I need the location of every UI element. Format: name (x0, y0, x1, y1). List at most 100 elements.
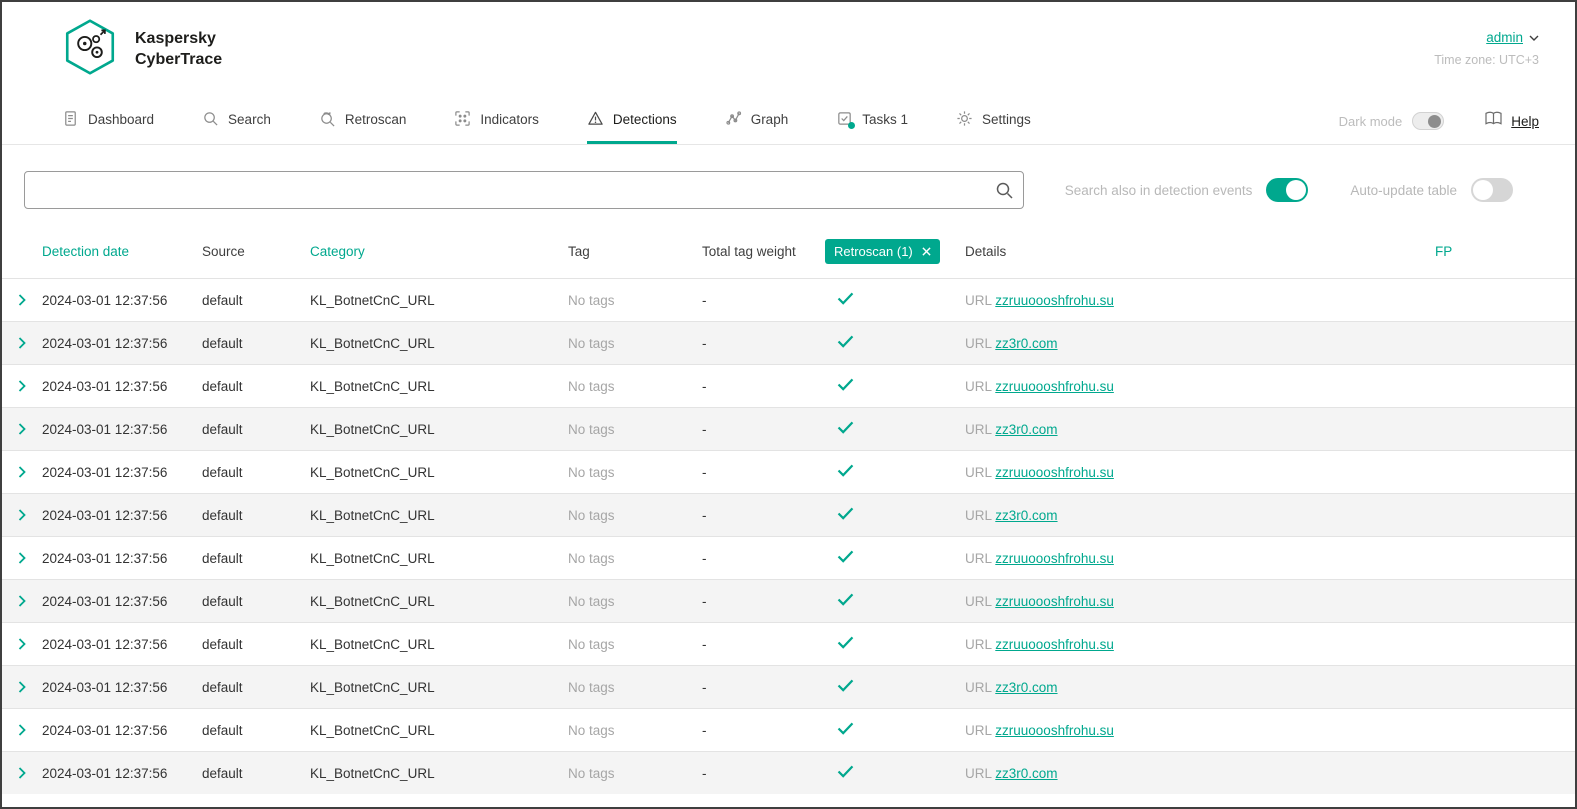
table-row: 2024-03-01 12:37:56 default KL_BotnetCnC… (2, 321, 1575, 364)
top-bar: Kaspersky CyberTrace admin Time zone: UT… (2, 2, 1575, 98)
main-nav: Dashboard Search Retroscan (2, 98, 1575, 145)
expand-row-icon[interactable] (18, 380, 26, 392)
details-url-link[interactable]: zz3r0.com (995, 766, 1057, 781)
expand-row-icon[interactable] (18, 724, 26, 736)
expand-row-icon[interactable] (18, 595, 26, 607)
timezone-label: Time zone: UTC+3 (1434, 53, 1539, 67)
chevron-down-icon[interactable] (1529, 28, 1539, 46)
tag-weight-cell: - (702, 766, 825, 781)
book-icon (1484, 111, 1503, 131)
nav-item-indicators[interactable]: Indicators (454, 98, 539, 144)
expand-row-icon[interactable] (18, 681, 26, 693)
header-tag: Tag (568, 244, 702, 259)
brand: Kaspersky CyberTrace (62, 18, 222, 81)
category-cell: KL_BotnetCnC_URL (310, 551, 568, 566)
table-row: 2024-03-01 12:37:56 default KL_BotnetCnC… (2, 665, 1575, 708)
tag-cell: No tags (568, 594, 702, 609)
search-toolbar: Search also in detection events Auto-upd… (2, 145, 1575, 229)
nav-label: Detections (613, 112, 677, 127)
tag-weight-cell: - (702, 680, 825, 695)
detection-date-cell: 2024-03-01 12:37:56 (42, 379, 202, 394)
nav-item-graph[interactable]: Graph (725, 98, 789, 144)
tag-weight-cell: - (702, 723, 825, 738)
table-row: 2024-03-01 12:37:56 default KL_BotnetCnC… (2, 708, 1575, 751)
search-icon (202, 110, 219, 130)
nav-item-dashboard[interactable]: Dashboard (62, 98, 154, 144)
user-menu-link[interactable]: admin (1486, 30, 1523, 45)
header-source: Source (202, 244, 310, 259)
nav-label: Search (228, 112, 271, 127)
details-url-link[interactable]: zz3r0.com (995, 508, 1057, 523)
details-url-link[interactable]: zz3r0.com (995, 680, 1057, 695)
retroscan-icon (319, 110, 336, 130)
table-header: Detection date Source Category Tag Total… (2, 229, 1575, 278)
details-url-link[interactable]: zz3r0.com (995, 422, 1057, 437)
details-cell: URL zzruuoooshfrohu.su (965, 293, 1435, 308)
retroscan-check-icon (837, 507, 854, 523)
gear-icon (956, 110, 973, 130)
nav-item-settings[interactable]: Settings (956, 98, 1031, 144)
details-url-link[interactable]: zzruuoooshfrohu.su (995, 594, 1114, 609)
expand-row-icon[interactable] (18, 509, 26, 521)
tasks-notification-dot (848, 122, 855, 129)
tag-cell: No tags (568, 766, 702, 781)
expand-row-icon[interactable] (18, 294, 26, 306)
search-events-label: Search also in detection events (1065, 183, 1253, 198)
detection-date-cell: 2024-03-01 12:37:56 (42, 680, 202, 695)
category-cell: KL_BotnetCnC_URL (310, 422, 568, 437)
detection-date-cell: 2024-03-01 12:37:56 (42, 336, 202, 351)
tag-cell: No tags (568, 723, 702, 738)
nav-item-tasks[interactable]: Tasks 1 (836, 98, 908, 144)
category-cell: KL_BotnetCnC_URL (310, 680, 568, 695)
details-type-label: URL (965, 551, 992, 566)
auto-update-toggle[interactable] (1471, 178, 1513, 202)
dark-mode-toggle[interactable] (1412, 112, 1444, 130)
expand-row-icon[interactable] (18, 638, 26, 650)
details-url-link[interactable]: zzruuoooshfrohu.su (995, 637, 1114, 652)
header-fp[interactable]: FP (1435, 244, 1575, 259)
source-cell: default (202, 594, 310, 609)
expand-row-icon[interactable] (18, 767, 26, 779)
expand-row-icon[interactable] (18, 423, 26, 435)
details-cell: URL zz3r0.com (965, 336, 1435, 351)
detections-warning-icon (587, 110, 604, 130)
search-events-toggle[interactable] (1266, 178, 1308, 202)
details-url-link[interactable]: zzruuoooshfrohu.su (995, 293, 1114, 308)
expand-row-icon[interactable] (18, 337, 26, 349)
app-window: Kaspersky CyberTrace admin Time zone: UT… (0, 0, 1577, 809)
details-url-link[interactable]: zzruuoooshfrohu.su (995, 551, 1114, 566)
header-details: Details (965, 244, 1435, 259)
dashboard-icon (62, 110, 79, 130)
details-type-label: URL (965, 594, 992, 609)
nav-item-detections[interactable]: Detections (587, 98, 677, 144)
nav-item-search[interactable]: Search (202, 98, 271, 144)
retroscan-check-icon (837, 335, 854, 351)
details-type-label: URL (965, 637, 992, 652)
details-url-link[interactable]: zz3r0.com (995, 336, 1057, 351)
tag-cell: No tags (568, 680, 702, 695)
details-url-link[interactable]: zzruuoooshfrohu.su (995, 379, 1114, 394)
details-type-label: URL (965, 508, 992, 523)
table-row: 2024-03-01 12:37:56 default KL_BotnetCnC… (2, 751, 1575, 794)
detection-date-cell: 2024-03-01 12:37:56 (42, 766, 202, 781)
brand-text: Kaspersky CyberTrace (135, 29, 222, 71)
details-cell: URL zz3r0.com (965, 766, 1435, 781)
details-url-link[interactable]: zzruuoooshfrohu.su (995, 723, 1114, 738)
table-row: 2024-03-01 12:37:56 default KL_BotnetCnC… (2, 364, 1575, 407)
close-icon[interactable] (922, 247, 931, 256)
details-cell: URL zz3r0.com (965, 508, 1435, 523)
header-detection-date[interactable]: Detection date (42, 244, 202, 259)
search-input[interactable] (25, 172, 1023, 208)
search-submit-icon[interactable] (994, 180, 1014, 205)
details-cell: URL zz3r0.com (965, 680, 1435, 695)
header-category[interactable]: Category (310, 244, 568, 259)
retroscan-filter-chip[interactable]: Retroscan (1) (825, 239, 940, 264)
expand-row-icon[interactable] (18, 466, 26, 478)
details-url-link[interactable]: zzruuoooshfrohu.su (995, 465, 1114, 480)
help-link[interactable]: Help (1484, 111, 1539, 131)
expand-row-icon[interactable] (18, 552, 26, 564)
nav-item-retroscan[interactable]: Retroscan (319, 98, 407, 144)
tag-weight-cell: - (702, 465, 825, 480)
details-type-label: URL (965, 723, 992, 738)
retroscan-check-icon (837, 421, 854, 437)
